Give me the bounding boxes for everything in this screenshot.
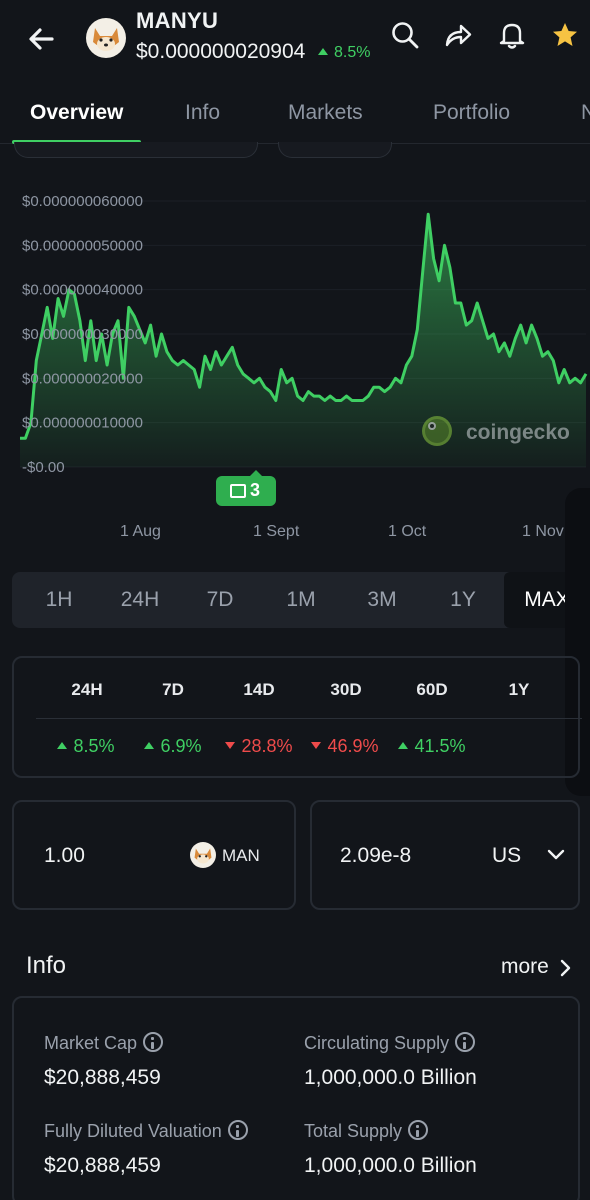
stat-value-total-supply: 1,000,000.0 Billion [304,1154,477,1177]
stat-label-text: Total Supply [304,1121,403,1141]
stat-value-circulating-supply: 1,000,000.0 Billion [304,1066,477,1089]
info-icon[interactable] [227,1120,248,1140]
perf-header-30d: 30D [330,680,362,699]
stat-label-text: Fully Diluted Valuation [44,1121,222,1141]
perf-value-14d: 28.8% [211,736,307,757]
star-icon[interactable] [550,20,580,50]
performance-card: 24H 7D 14D 30D 60D 1Y 8.5% 6.9% 28.8% 46… [12,656,582,778]
x-tick-label: 1 Aug [120,523,161,540]
amount-value[interactable]: 1.00 [44,844,85,868]
chevron-down-icon[interactable] [546,848,566,862]
range-3m[interactable]: 3M [342,572,422,628]
y-tick-label: $0.000000020000 [22,370,143,387]
up-triangle-icon [398,742,409,749]
perf-value-24h: 8.5% [38,736,134,757]
info-stats-card: Market Cap $20,888,459 Circulating Suppl… [12,996,580,1200]
stat-label-text: Market Cap [44,1033,138,1053]
coin-amount-input[interactable]: 1.00 MAN [12,800,296,910]
perf-change-text: 28.8% [241,736,293,756]
down-triangle-icon [225,742,236,749]
shiba-dog-icon [194,848,212,864]
info-icon[interactable] [143,1032,164,1052]
x-tick-label: 1 Sept [253,523,300,540]
info-icon[interactable] [455,1032,476,1052]
perf-header-14d: 14D [243,680,275,699]
news-count: 3 [250,480,261,500]
perf-header-24h: 24H [71,680,103,699]
perf-change-text: 8.5% [73,736,115,756]
coin-avatar [86,18,126,58]
range-7d[interactable]: 7D [180,572,260,628]
perf-header-1y: 1Y [508,680,530,699]
chart-option-toggle[interactable] [278,142,392,158]
top-bar: MANYU $0.000000020904 8.5% [0,0,590,80]
stat-label-circulating-supply: Circulating Supply [304,1032,476,1054]
price-chart[interactable]: $0.000000060000 $0.000000050000 $0.0000000… [0,180,590,480]
coin-name: MANYU [136,8,219,33]
up-triangle-icon [57,742,68,749]
more-link[interactable]: more [501,955,571,979]
y-tick-label: -$0.00 [22,459,65,476]
y-tick-label: $0.000000060000 [22,193,143,210]
tab-overview[interactable]: Overview [30,101,123,125]
y-tick-label: $0.000000050000 [22,237,143,254]
x-tick-label: 1 Nov [522,523,564,540]
chevron-right-icon [560,959,571,977]
range-1y[interactable]: 1Y [423,572,503,628]
fiat-value-field[interactable]: 2.09e-8 US [310,800,580,910]
info-section-title: Info [26,952,67,979]
back-arrow-icon[interactable] [22,20,62,60]
range-1m[interactable]: 1M [261,572,341,628]
tab-markets[interactable]: Markets [288,101,363,125]
stat-label-text: Circulating Supply [304,1033,450,1053]
coin-symbol: MAN [222,846,260,865]
search-icon[interactable] [390,20,420,50]
bell-icon[interactable] [497,20,527,50]
coin-price: $0.000000020904 [136,40,306,63]
perf-change-text: 6.9% [160,736,202,756]
range-1h[interactable]: 1H [18,572,100,628]
up-triangle-icon [144,742,155,749]
up-triangle-icon [318,48,328,55]
perf-value-7d: 6.9% [125,736,221,757]
stat-value-fdv: $20,888,459 [44,1154,161,1177]
stat-label-total-supply: Total Supply [304,1120,429,1142]
perf-value-30d: 46.9% [297,736,393,757]
y-tick-label: $0.000000040000 [22,282,143,299]
stat-label-fdv: Fully Diluted Valuation [44,1120,248,1142]
converted-value[interactable]: 2.09e-8 [340,844,411,868]
time-range-selector: 1H 24H 7D 1M 3M 1Y MAX [12,572,590,628]
perf-change-text: 46.9% [327,736,379,756]
y-tick-label: $0.000000010000 [22,415,143,432]
range-24h[interactable]: 24H [100,572,180,628]
chart-type-toggle[interactable] [14,142,258,158]
coin-mini-avatar [190,842,216,868]
perf-value-60d: 41.5% [384,736,480,757]
info-icon[interactable] [408,1120,429,1140]
perf-header-7d: 7D [162,680,184,699]
currency-select[interactable]: US [492,844,521,868]
perf-change-text: 41.5% [414,736,466,756]
perf-header-60d: 60D [416,680,448,699]
tab-portfolio[interactable]: Portfolio [433,101,510,125]
share-icon[interactable] [443,20,473,50]
price-change-value: 8.5% [334,44,371,61]
price-change: 8.5% [318,44,370,62]
down-triangle-icon [311,742,322,749]
watermark-text: coingecko [466,421,570,444]
y-tick-label: $0.000000030000 [22,326,143,343]
newspaper-icon [230,484,246,498]
news-badge[interactable]: 3 [216,470,276,506]
divider [36,718,582,719]
x-tick-label: 1 Oct [388,523,427,540]
tab-overflow[interactable]: N [581,101,590,125]
shiba-dog-icon [93,28,119,51]
tab-info[interactable]: Info [185,101,220,125]
stat-label-market-cap: Market Cap [44,1032,164,1054]
tab-bar: Overview Info Markets Portfolio N [0,88,590,144]
more-label: more [501,955,549,978]
coingecko-watermark: coingecko [422,416,570,446]
stat-value-market-cap: $20,888,459 [44,1066,161,1089]
